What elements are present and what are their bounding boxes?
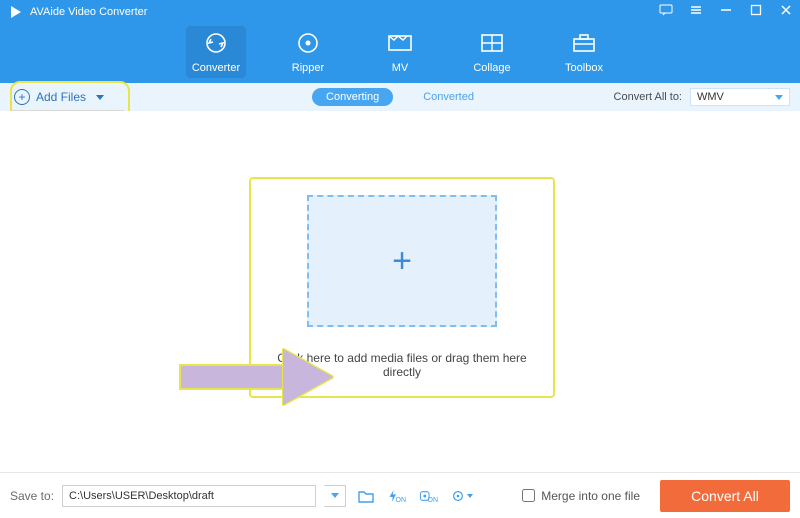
window-controls [658, 2, 794, 18]
plus-icon: + [392, 242, 412, 281]
chevron-down-icon [331, 493, 339, 498]
merge-label: Merge into one file [541, 489, 640, 503]
gpu-accel-button[interactable]: ON [386, 485, 410, 507]
high-speed-button[interactable]: ON [418, 485, 442, 507]
converter-icon [191, 28, 241, 58]
drop-zone-hint: Click here to add media files or drag th… [267, 351, 537, 379]
tab-toolbox-label: Toolbox [565, 62, 603, 74]
tab-toolbox[interactable]: Toolbox [554, 26, 614, 78]
tab-mv[interactable]: MV [370, 26, 430, 78]
main-tabs: Converter Ripper MV Collage Toolbox [0, 26, 800, 78]
maximize-icon[interactable] [748, 2, 764, 18]
plus-circle-icon [14, 89, 30, 105]
tab-collage[interactable]: Collage [462, 26, 522, 78]
app-header: AVAide Video Converter Converter [0, 0, 800, 83]
add-files-label: Add Files [36, 90, 86, 104]
titlebar: AVAide Video Converter [0, 0, 800, 22]
output-format-select[interactable]: WMV [690, 88, 790, 106]
merge-checkbox[interactable]: Merge into one file [522, 489, 640, 503]
save-to-label: Save to: [10, 489, 54, 503]
sub-toolbar: Add Files Converting Converted Convert A… [0, 83, 800, 111]
settings-button[interactable] [450, 485, 474, 507]
merge-checkbox-input[interactable] [522, 489, 535, 502]
collage-icon [467, 28, 517, 58]
pill-converted[interactable]: Converted [409, 88, 488, 106]
output-format-value: WMV [697, 91, 724, 103]
main-stage: + Click here to add media files or drag … [0, 111, 800, 472]
chevron-down-icon [775, 95, 783, 100]
chevron-down-icon [467, 494, 473, 498]
add-files-button[interactable]: Add Files [0, 83, 118, 111]
tab-ripper[interactable]: Ripper [278, 26, 338, 78]
tab-converter-label: Converter [192, 62, 240, 74]
chevron-down-icon [96, 95, 104, 100]
drop-zone[interactable]: + [307, 195, 497, 327]
bottom-bar: Save to: C:\Users\USER\Desktop\draft ON … [0, 472, 800, 518]
tab-mv-label: MV [392, 62, 409, 74]
menu-icon[interactable] [688, 2, 704, 18]
output-format-area: Convert All to: WMV [614, 83, 790, 111]
save-path-field[interactable]: C:\Users\USER\Desktop\draft [62, 485, 316, 507]
convert-all-button[interactable]: Convert All [660, 480, 790, 512]
app-title: AVAide Video Converter [30, 6, 147, 18]
save-path-dropdown[interactable] [324, 485, 346, 507]
open-folder-button[interactable] [354, 485, 378, 507]
convert-all-to-label: Convert All to: [614, 91, 682, 103]
tab-converter[interactable]: Converter [186, 26, 246, 78]
save-path-value: C:\Users\USER\Desktop\draft [69, 490, 214, 502]
minimize-icon[interactable] [718, 2, 734, 18]
drop-area-highlight: + Click here to add media files or drag … [249, 177, 555, 398]
mv-icon [375, 28, 425, 58]
pill-converting[interactable]: Converting [312, 88, 393, 106]
tab-collage-label: Collage [473, 62, 510, 74]
toolbox-icon [559, 28, 609, 58]
close-icon[interactable] [778, 2, 794, 18]
ripper-icon [283, 28, 333, 58]
feedback-icon[interactable] [658, 2, 674, 18]
app-logo-icon [8, 4, 24, 20]
status-pills: Converting Converted [312, 88, 488, 106]
tab-ripper-label: Ripper [292, 62, 324, 74]
